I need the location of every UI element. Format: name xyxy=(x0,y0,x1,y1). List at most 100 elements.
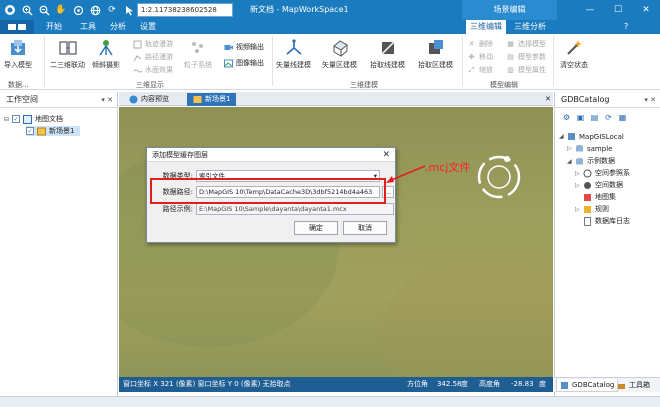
catalog-item-sample[interactable]: ▷ sample xyxy=(567,144,612,153)
elevation-label: 高度角 xyxy=(479,380,500,388)
tab-gdbcatalog[interactable]: GDBCatalog xyxy=(556,379,619,392)
particle-system-button[interactable]: 粒子系统 xyxy=(184,38,212,70)
vector-area-build-button[interactable]: 矢量区建模 xyxy=(322,38,357,70)
tab-scene1[interactable]: 新场景1 xyxy=(187,93,237,106)
path-example-field: E:\MapGIS 10\Sample\dayanta\dayanta1.mcx xyxy=(196,203,394,215)
ok-button[interactable]: 确定 xyxy=(294,221,338,235)
expand-icon[interactable]: ▷ xyxy=(575,170,582,177)
close-button[interactable]: ✕ xyxy=(632,0,660,20)
catalog-server-icon[interactable]: ▣ xyxy=(575,112,586,123)
tab-content-preview[interactable]: 内容预览 xyxy=(123,93,175,106)
catalog-item-spatial-ref[interactable]: ▷ 空间参照系 xyxy=(575,168,630,178)
scale-input[interactable]: 1:2.11738238602528 xyxy=(137,3,233,17)
workspace-panel: 工作空间 ▾ ✕ ⊟ ✓ 地图文档 ✓ 新场景1 xyxy=(0,92,118,396)
tab-analysis[interactable]: 分析 xyxy=(106,20,130,34)
tilt-photo-icon xyxy=(96,38,116,58)
ribbon-tabs: 开始 工具 分析 设置 三维编辑 三维分析 ? xyxy=(0,20,660,34)
track-roam-button[interactable]: 轨迹漫游 xyxy=(133,39,173,49)
file-menu-button[interactable] xyxy=(0,20,34,34)
catalog-item-db-log[interactable]: 数据库日志 xyxy=(583,216,630,226)
water-icon xyxy=(133,66,142,75)
catalog-item-mapgislocal[interactable]: ◢ MapGISLocal xyxy=(559,132,624,141)
catalog-add-icon[interactable]: ▤ xyxy=(589,112,600,123)
workspace-panel-header: 工作空间 ▾ ✕ xyxy=(0,92,117,108)
delete-button[interactable]: ✕ 删除 xyxy=(467,39,493,49)
expand-icon[interactable]: ▷ xyxy=(575,206,582,213)
tilt-photo-button[interactable]: 倾斜摄影 xyxy=(92,38,120,70)
minimize-button[interactable]: — xyxy=(576,0,604,20)
group-label-model-edit: 模型编辑 xyxy=(490,81,518,89)
model-params-button[interactable]: ▤ 模型参数 xyxy=(506,52,546,62)
status-coords: 窗口坐标 X 321 (像素) 窗口坐标 Y 0 (像素) 无拾取点 xyxy=(123,380,291,388)
particle-icon xyxy=(188,38,208,58)
expand-icon[interactable]: ▷ xyxy=(575,182,582,189)
expand-icon[interactable]: ▷ xyxy=(567,145,574,152)
catalog-refresh-icon[interactable]: ⟳ xyxy=(603,112,614,123)
cancel-button[interactable]: 取消 xyxy=(343,221,387,235)
catalog-item-rules[interactable]: ▷ 规则 xyxy=(575,204,609,214)
restore-view-icon[interactable] xyxy=(72,4,84,16)
tree-item-map-doc[interactable]: ⊟ ✓ 地图文档 xyxy=(4,114,63,124)
window-bottom-strip xyxy=(0,396,660,407)
tab-tools[interactable]: 工具 xyxy=(76,20,100,34)
pick-area-build-button[interactable]: 拾取区建模 xyxy=(418,38,453,70)
tree-item-scene1[interactable]: ✓ 新场景1 xyxy=(26,126,81,136)
select-model-button[interactable]: ▦ 选择模型 xyxy=(506,39,546,49)
zoom-in-icon[interactable] xyxy=(21,4,33,16)
pan-icon[interactable]: ✋ xyxy=(55,4,67,16)
video-output-button[interactable]: 视频输出 xyxy=(224,42,264,52)
log-icon xyxy=(583,216,592,226)
collapse-icon[interactable]: ⊟ xyxy=(4,116,11,123)
select-model-icon: ▦ xyxy=(507,40,514,48)
tab-3d-analysis[interactable]: 三维分析 xyxy=(510,20,550,34)
scene-icon xyxy=(37,127,46,136)
ribbon-help-icon[interactable]: ? xyxy=(620,20,632,34)
panel-pin-close-icon[interactable]: ▾ ✕ xyxy=(101,92,113,108)
select-icon[interactable] xyxy=(123,4,135,16)
move-button[interactable]: ✥ 移动 xyxy=(467,52,493,62)
scale-button[interactable]: ⤢ 缩放 xyxy=(467,65,493,75)
tab-start[interactable]: 开始 xyxy=(42,20,66,34)
compass-navigator-icon[interactable] xyxy=(474,152,524,202)
tab-3d-edit[interactable]: 三维编辑 xyxy=(466,20,506,34)
catalog-item-example-data[interactable]: ◢ 示例数据 xyxy=(567,156,615,166)
catalog-connect-icon[interactable]: ⚙ xyxy=(561,112,572,123)
maximize-button[interactable]: ☐ xyxy=(604,0,632,20)
document-tabs: 内容预览 新场景1 ✕ xyxy=(119,92,553,106)
vector-line-build-button[interactable]: 矢量线建模 xyxy=(276,38,311,70)
catalog-grid-icon[interactable]: ▦ xyxy=(617,112,628,123)
model-attrs-button[interactable]: ▥ 模型属性 xyxy=(506,65,546,75)
model-attrs-icon: ▥ xyxy=(507,66,514,74)
catalog-item-map-set[interactable]: 地图集 xyxy=(583,192,616,202)
azimuth-value: 342.58 xyxy=(437,380,462,388)
database-icon xyxy=(575,144,584,153)
collapse-icon[interactable]: ◢ xyxy=(567,158,574,165)
import-model-icon xyxy=(8,38,28,58)
checkbox-icon[interactable]: ✓ xyxy=(26,127,34,135)
globe-icon[interactable] xyxy=(89,4,101,16)
app-logo-icon xyxy=(4,4,16,16)
panel-pin-close-icon[interactable]: ▾ ✕ xyxy=(644,92,656,108)
clear-state-button[interactable]: 清空状态 xyxy=(560,38,588,70)
path-roam-button[interactable]: 路径漫游 xyxy=(133,52,173,62)
water-effect-button[interactable]: 水面效果 xyxy=(133,65,173,75)
model-params-icon: ▤ xyxy=(507,53,514,61)
azimuth-label: 方位角 xyxy=(407,380,428,388)
image-output-button[interactable]: 图像输出 xyxy=(224,58,264,68)
map-doc-icon xyxy=(23,114,32,124)
refresh-icon[interactable]: ⟳ xyxy=(106,4,118,16)
tab-toolbox[interactable]: 工具箱 xyxy=(614,379,653,392)
catalog-item-spatial-data[interactable]: ▷ 空间数据 xyxy=(575,180,623,190)
spatial-data-icon xyxy=(583,181,592,190)
checkbox-icon[interactable]: ✓ xyxy=(12,115,20,123)
dialog-close-icon[interactable]: ✕ xyxy=(382,148,390,162)
path-example-row: 路径示例: E:\MapGIS 10\Sample\dayanta\dayant… xyxy=(155,203,394,215)
link-2d-3d-button[interactable]: 二三维联动 xyxy=(50,38,85,70)
import-model-button[interactable]: 导入模型 xyxy=(4,38,32,70)
zoom-out-icon[interactable] xyxy=(38,4,50,16)
collapse-icon[interactable]: ◢ xyxy=(559,133,566,140)
catalog-icon xyxy=(560,381,569,390)
elevation-unit: 度 xyxy=(539,380,546,388)
pick-line-build-button[interactable]: 拾取线建模 xyxy=(370,38,405,70)
tab-settings[interactable]: 设置 xyxy=(136,20,160,34)
